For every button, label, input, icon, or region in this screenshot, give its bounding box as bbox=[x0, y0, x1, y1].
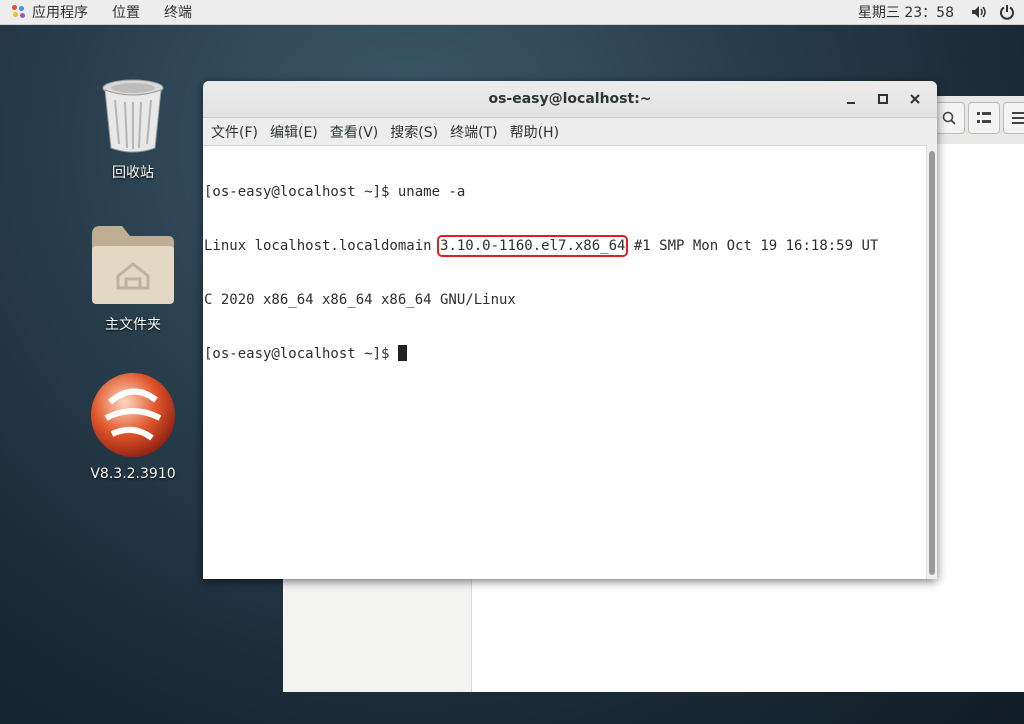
menu-file[interactable]: 文件(F) bbox=[205, 122, 264, 142]
desktop-icon-app[interactable]: V8.3.2.3910 bbox=[78, 372, 188, 482]
list-view-button[interactable] bbox=[968, 102, 1000, 134]
applications-menu[interactable]: 应用程序 bbox=[0, 0, 100, 24]
list-view-icon bbox=[977, 112, 991, 123]
menu-button[interactable] bbox=[1003, 102, 1024, 134]
terminal-line-prompt: [os-easy@localhost ~]$ bbox=[204, 345, 927, 363]
maximize-button[interactable] bbox=[867, 87, 899, 111]
desktop-icon-home[interactable]: 主文件夹 bbox=[78, 224, 188, 334]
kernel-version-highlight: 3.10.0-1160.el7.x86_64 bbox=[437, 235, 629, 257]
terminal-line-command: [os-easy@localhost ~]$ uname -a bbox=[204, 184, 466, 200]
search-icon bbox=[942, 111, 956, 125]
close-button[interactable] bbox=[899, 87, 931, 111]
minimize-button[interactable] bbox=[835, 87, 867, 111]
menu-view[interactable]: 查看(V) bbox=[324, 122, 385, 142]
terminal-titlebar[interactable]: os-easy@localhost:~ bbox=[203, 81, 937, 118]
trash-icon bbox=[102, 79, 164, 153]
terminal-menubar: 文件(F) 编辑(E) 查看(V) 搜索(S) 终端(T) 帮助(H) bbox=[203, 118, 937, 146]
places-label: 位置 bbox=[112, 5, 140, 21]
home-folder-icon bbox=[92, 226, 174, 304]
desktop-icon-trash[interactable]: 回收站 bbox=[78, 78, 188, 182]
clock[interactable]: 星期三 23：58 bbox=[844, 2, 968, 22]
desktop-icon-label: V8.3.2.3910 bbox=[90, 466, 176, 482]
volume-icon[interactable] bbox=[968, 1, 990, 23]
terminal-screen[interactable]: [os-easy@localhost ~]$ uname -a Linux lo… bbox=[203, 145, 927, 579]
menu-edit[interactable]: 编辑(E) bbox=[264, 122, 324, 142]
terminal-line-output-2: C 2020 x86_64 x86_64 x86_64 GNU/Linux bbox=[204, 292, 516, 308]
terminal-app-menu[interactable]: 终端 bbox=[152, 0, 204, 24]
output-prefix: Linux localhost.localdomain bbox=[204, 238, 441, 254]
menu-search[interactable]: 搜索(S) bbox=[384, 122, 444, 142]
prompt-text: [os-easy@localhost ~]$ bbox=[204, 346, 398, 362]
minimize-icon bbox=[847, 102, 855, 104]
menu-icon bbox=[1012, 112, 1024, 124]
close-icon bbox=[910, 94, 920, 104]
window-title: os-easy@localhost:~ bbox=[488, 91, 652, 107]
menu-help[interactable]: 帮助(H) bbox=[504, 122, 565, 142]
menu-terminal[interactable]: 终端(T) bbox=[444, 122, 503, 142]
applications-icon bbox=[12, 5, 26, 19]
terminal-line-output-1: Linux localhost.localdomain 3.10.0-1160.… bbox=[204, 235, 927, 257]
text-cursor bbox=[397, 345, 407, 361]
terminal-window: os-easy@localhost:~ 文件(F) 编辑(E) 查看(V) 搜索… bbox=[203, 81, 937, 579]
terminal-app-label: 终端 bbox=[164, 5, 192, 21]
search-button[interactable] bbox=[933, 102, 965, 134]
maximize-icon bbox=[878, 94, 888, 104]
applications-label: 应用程序 bbox=[32, 5, 88, 21]
desktop-icon-label: 主文件夹 bbox=[105, 317, 161, 333]
terminal-scrollbar[interactable] bbox=[926, 145, 937, 579]
power-icon[interactable] bbox=[996, 1, 1018, 23]
scrollbar-thumb[interactable] bbox=[929, 151, 935, 575]
output-suffix: #1 SMP Mon Oct 19 16:18:59 UT bbox=[625, 238, 879, 254]
desktop-icon-label: 回收站 bbox=[112, 165, 154, 181]
top-panel: 应用程序 位置 终端 星期三 23：58 bbox=[0, 0, 1024, 25]
app-logo-icon bbox=[91, 373, 175, 457]
places-menu[interactable]: 位置 bbox=[100, 0, 152, 24]
